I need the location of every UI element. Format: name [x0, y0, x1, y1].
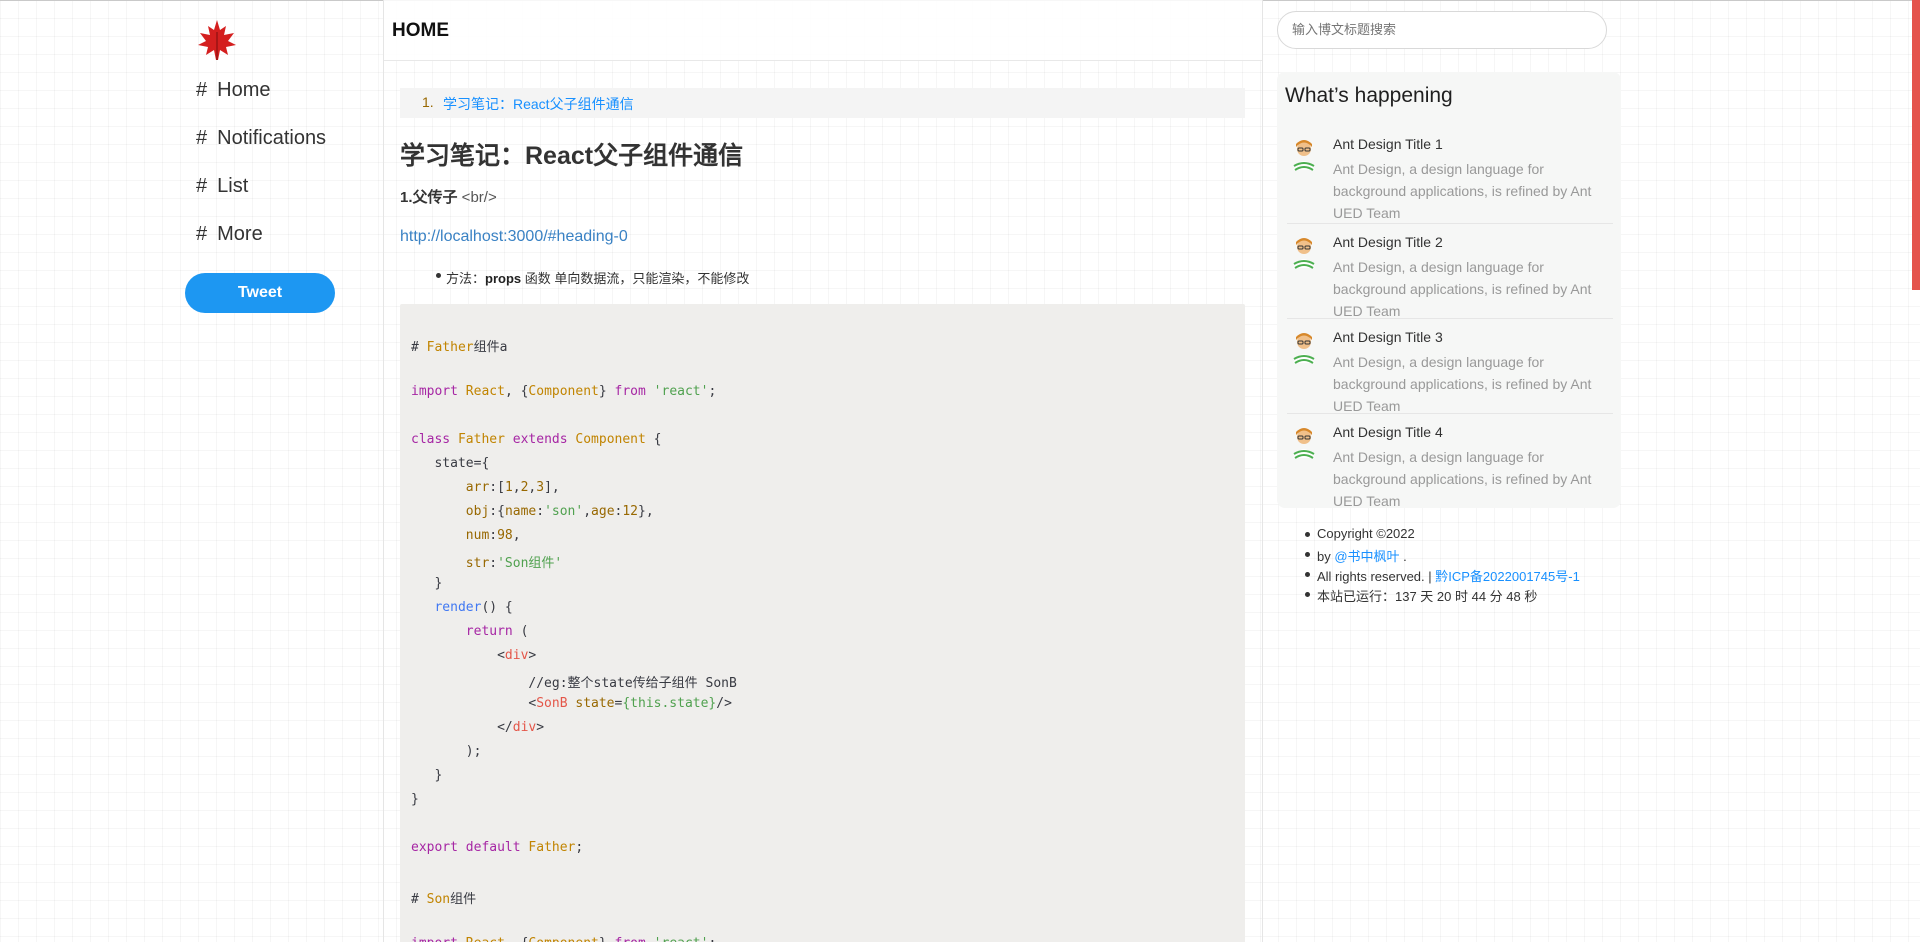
by-suffix: .: [1399, 549, 1407, 564]
sub-heading-tag: <br/>: [457, 189, 497, 206]
nav-label: Notifications: [217, 127, 327, 149]
heading-link[interactable]: http://localhost:3000/#heading-0: [400, 228, 628, 246]
code-line: str:'Son组件': [465, 556, 563, 571]
post-title: 学习笔记：React父子组件通信: [400, 142, 744, 170]
item-description: Ant Design, a design language for backgr…: [1333, 354, 1592, 414]
search-input[interactable]: [1277, 11, 1607, 49]
scrollbar-thumb[interactable]: [1912, 0, 1920, 290]
code-line: //eg:整个state传给子组件 SonB: [411, 676, 737, 691]
main-column: HOME 1. 学习笔记：React父子组件通信 学习笔记：React父子组件通…: [383, 0, 1263, 942]
nav-label: Home: [217, 79, 271, 101]
runtime-text: 本站已运行：137 天 20 时 44 分 48 秒: [1317, 589, 1538, 604]
bullet-dot: [1305, 592, 1310, 597]
item-title[interactable]: Ant Design Title 1: [1333, 136, 1443, 152]
toc-link[interactable]: 学习笔记：React父子组件通信: [443, 94, 634, 114]
code-line: );: [411, 744, 482, 759]
item-title[interactable]: Ant Design Title 4: [1333, 424, 1443, 440]
footer-runtime: 本站已运行：137 天 20 时 44 分 48 秒: [1305, 586, 1538, 605]
bullet-dot: [1305, 532, 1310, 537]
bullet-dot: [436, 273, 441, 278]
item-title[interactable]: Ant Design Title 2: [1333, 234, 1443, 250]
code-line: # Father组件a: [411, 340, 508, 355]
nav-label: List: [217, 175, 249, 197]
tweet-button[interactable]: Tweet: [185, 273, 335, 313]
code-line: }: [411, 768, 443, 783]
footer-rights: All rights reserved. | 黔ICP备2022001745号-…: [1305, 566, 1580, 585]
bullet-rest: 函数 单向数据流，只能渲染，不能修改: [521, 271, 750, 286]
nav-item-home[interactable]: # Home: [196, 79, 270, 102]
hash-icon: #: [196, 79, 208, 101]
bullet-dot: [1305, 552, 1310, 557]
footer-author: by @书中枫叶 .: [1305, 546, 1407, 565]
code-line: obj:{name:'son',age:12},: [465, 504, 654, 519]
code-line: import React, {Component} from 'react';: [411, 384, 717, 399]
left-sidebar: # Home # Notifications # List # More Tweet: [0, 0, 383, 942]
code-line: </div>: [411, 720, 545, 735]
nav-item-more[interactable]: # More: [196, 223, 263, 246]
nav-item-notifications[interactable]: # Notifications: [196, 127, 326, 150]
copyright-text: Copyright ©2022: [1317, 526, 1415, 541]
hash-icon: #: [196, 223, 208, 245]
code-line: render() {: [434, 600, 513, 615]
footer-copyright: Copyright ©2022: [1305, 526, 1415, 541]
code-line: export default Father;: [411, 840, 584, 855]
nav-label: More: [217, 223, 263, 245]
item-description: Ant Design, a design language for backgr…: [1333, 449, 1592, 509]
toc-number: 1.: [422, 94, 434, 110]
code-line: import React, {Component} from 'react';: [411, 936, 716, 942]
avatar: [1287, 138, 1321, 172]
whats-happening-panel: What’s happening Ant Design Title 1 Ant …: [1277, 72, 1621, 509]
by-prefix: by: [1317, 549, 1335, 564]
avatar: [1287, 331, 1321, 365]
sub-heading: 1.父传子 <br/>: [400, 186, 497, 207]
icp-link[interactable]: 黔ICP备2022001745号-1: [1435, 569, 1580, 584]
code-line: }: [411, 576, 443, 591]
table-of-contents: 1. 学习笔记：React父子组件通信: [400, 88, 1245, 118]
nav-item-list[interactable]: # List: [196, 175, 248, 198]
author-link[interactable]: @书中枫叶: [1334, 549, 1399, 564]
code-line: }: [411, 792, 419, 807]
bullet-bold: props: [485, 271, 522, 286]
code-line: # Son组件: [411, 892, 477, 907]
avatar: [1287, 236, 1321, 270]
code-line: state={: [411, 456, 490, 471]
main-header: HOME: [384, 0, 1262, 61]
sub-heading-text: 1.父传子: [400, 189, 458, 206]
hash-icon: #: [196, 175, 208, 197]
item-title[interactable]: Ant Design Title 3: [1333, 329, 1443, 345]
code-line: return (: [465, 624, 529, 639]
rights-text: All rights reserved. |: [1317, 569, 1436, 584]
code-block: # Father组件a import React, {Component} fr…: [400, 304, 1245, 942]
code-line: <div>: [411, 648, 537, 663]
panel-title: What’s happening: [1285, 84, 1453, 107]
code-line: <SonB state={this.state}/>: [411, 696, 732, 711]
avatar: [1287, 426, 1321, 460]
bullet-dot: [1305, 572, 1310, 577]
bullet-prefix: 方法：: [446, 271, 486, 286]
code-line: num:98,: [465, 528, 521, 543]
item-description: Ant Design, a design language for backgr…: [1333, 161, 1592, 221]
list-item[interactable]: Ant Design Title 2 Ant Design, a design …: [1277, 224, 1621, 319]
page-title: HOME: [392, 20, 449, 41]
item-description: Ant Design, a design language for backgr…: [1333, 259, 1592, 319]
list-item[interactable]: Ant Design Title 4 Ant Design, a design …: [1277, 414, 1621, 509]
code-line: arr:[1,2,3],: [465, 480, 560, 495]
list-item[interactable]: Ant Design Title 1 Ant Design, a design …: [1277, 126, 1621, 221]
code-line: class Father extends Component {: [411, 432, 662, 447]
maple-leaf-icon[interactable]: [195, 18, 239, 62]
list-item[interactable]: Ant Design Title 3 Ant Design, a design …: [1277, 319, 1621, 414]
hash-icon: #: [196, 127, 208, 149]
list-item: 方法：props 函数 单向数据流，只能渲染，不能修改: [436, 268, 750, 287]
